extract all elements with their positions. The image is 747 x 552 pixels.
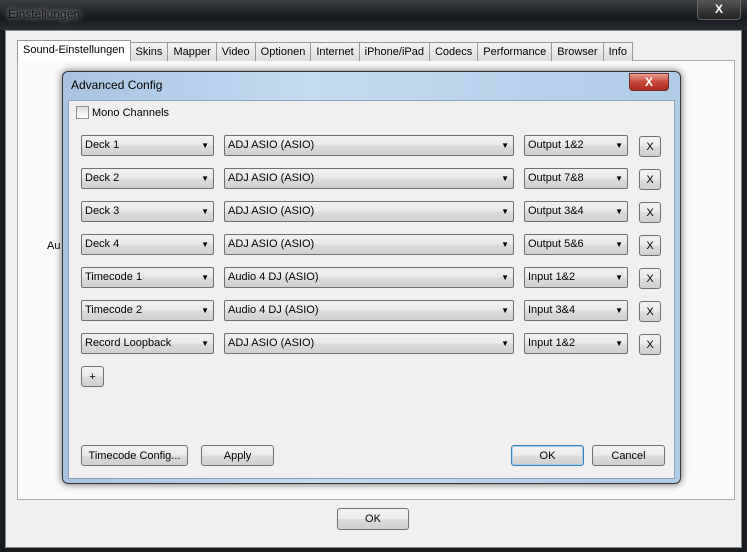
channel-select[interactable]: Deck 3 ▼	[81, 201, 214, 222]
chevron-down-icon: ▼	[615, 306, 623, 315]
channel-select[interactable]: Timecode 1 ▼	[81, 267, 214, 288]
tab-performance[interactable]: Performance	[477, 42, 553, 61]
tab-optionen[interactable]: Optionen	[254, 42, 312, 61]
device-select[interactable]: ADJ ASIO (ASIO) ▼	[224, 333, 514, 354]
cancel-button[interactable]: Cancel	[592, 445, 665, 466]
window-close-button[interactable]: X	[697, 0, 741, 20]
chevron-down-icon: ▼	[615, 174, 623, 183]
remove-row-button[interactable]: X	[639, 169, 661, 190]
tab-mapper[interactable]: Mapper	[167, 42, 217, 61]
channel-select[interactable]: Deck 1 ▼	[81, 135, 214, 156]
tab-iphone-ipad[interactable]: iPhone/iPad	[358, 42, 430, 61]
chevron-down-icon: ▼	[615, 240, 623, 249]
channel-select[interactable]: Deck 2 ▼	[81, 168, 214, 189]
device-select-value: ADJ ASIO (ASIO)	[228, 139, 315, 151]
chevron-down-icon: ▼	[201, 141, 209, 150]
mono-channels-label: Mono Channels	[92, 106, 170, 119]
dialog-close-button[interactable]: X	[629, 73, 669, 91]
output-select[interactable]: Input 3&4 ▼	[524, 300, 628, 321]
apply-button[interactable]: Apply	[201, 445, 274, 466]
output-select-value: Output 5&6	[528, 238, 584, 250]
output-select-value: Input 1&2	[528, 337, 576, 349]
remove-row-button[interactable]: X	[639, 202, 661, 223]
ok-button[interactable]: OK	[337, 508, 409, 530]
output-select[interactable]: Output 7&8 ▼	[524, 168, 628, 189]
device-select[interactable]: Audio 4 DJ (ASIO) ▼	[224, 267, 514, 288]
output-select[interactable]: Input 1&2 ▼	[524, 333, 628, 354]
background-label: Au	[47, 240, 61, 252]
chevron-down-icon: ▼	[615, 141, 623, 150]
output-select[interactable]: Output 5&6 ▼	[524, 234, 628, 255]
chevron-down-icon: ▼	[201, 207, 209, 216]
window-titlebar	[0, 0, 747, 30]
checkbox-icon[interactable]	[76, 106, 89, 119]
channel-select[interactable]: Timecode 2 ▼	[81, 300, 214, 321]
channel-select-value: Deck 4	[85, 238, 120, 250]
chevron-down-icon: ▼	[615, 273, 623, 282]
chevron-down-icon: ▼	[501, 240, 509, 249]
chevron-down-icon: ▼	[201, 273, 209, 282]
dialog-ok-button[interactable]: OK	[511, 445, 584, 466]
channel-select-value: Timecode 2	[85, 304, 143, 316]
channel-select[interactable]: Deck 4 ▼	[81, 234, 214, 255]
output-select-value: Input 1&2	[528, 271, 576, 283]
channel-select-value: Timecode 1	[85, 271, 143, 283]
tab-info[interactable]: Info	[602, 42, 633, 61]
tab-codecs[interactable]: Codecs	[428, 42, 479, 61]
channel-select-value: Deck 2	[85, 172, 120, 184]
output-select-value: Output 1&2	[528, 139, 584, 151]
channel-select-value: Deck 1	[85, 139, 120, 151]
advanced-config-dialog: Advanced Config X Mono Channels Deck 1 ▼ A…	[62, 71, 681, 484]
device-select[interactable]: ADJ ASIO (ASIO) ▼	[224, 201, 514, 222]
output-select[interactable]: Input 1&2 ▼	[524, 267, 628, 288]
tab-bar: Sound-Einstellungen Skins Mapper Video Optio…	[17, 40, 633, 61]
output-select[interactable]: Output 1&2 ▼	[524, 135, 628, 156]
remove-row-button[interactable]: X	[639, 301, 661, 322]
chevron-down-icon: ▼	[501, 306, 509, 315]
tab-skins[interactable]: Skins	[129, 42, 169, 61]
dialog-title: Advanced Config	[71, 78, 163, 92]
chevron-down-icon: ▼	[201, 174, 209, 183]
remove-row-button[interactable]: X	[639, 334, 661, 355]
chevron-down-icon: ▼	[501, 141, 509, 150]
device-select[interactable]: ADJ ASIO (ASIO) ▼	[224, 234, 514, 255]
channel-select[interactable]: Record Loopback ▼	[81, 333, 214, 354]
add-row-button[interactable]: +	[81, 366, 104, 387]
channel-select-value: Deck 3	[85, 205, 120, 217]
output-select-value: Output 7&8	[528, 172, 584, 184]
output-select-value: Output 3&4	[528, 205, 584, 217]
chevron-down-icon: ▼	[501, 273, 509, 282]
chevron-down-icon: ▼	[201, 240, 209, 249]
chevron-down-icon: ▼	[615, 207, 623, 216]
remove-row-button[interactable]: X	[639, 136, 661, 157]
chevron-down-icon: ▼	[615, 339, 623, 348]
device-select[interactable]: ADJ ASIO (ASIO) ▼	[224, 135, 514, 156]
window-title: Einstellungen	[8, 7, 81, 21]
device-select[interactable]: ADJ ASIO (ASIO) ▼	[224, 168, 514, 189]
chevron-down-icon: ▼	[501, 174, 509, 183]
output-select-value: Input 3&4	[528, 304, 576, 316]
device-select-value: ADJ ASIO (ASIO)	[228, 238, 315, 250]
dialog-body: Mono Channels Deck 1 ▼ ADJ ASIO (ASIO) ▼ Out…	[68, 100, 675, 479]
device-select[interactable]: Audio 4 DJ (ASIO) ▼	[224, 300, 514, 321]
chevron-down-icon: ▼	[501, 207, 509, 216]
device-select-value: ADJ ASIO (ASIO)	[228, 205, 315, 217]
tab-browser[interactable]: Browser	[551, 42, 604, 61]
device-select-value: Audio 4 DJ (ASIO)	[228, 271, 319, 283]
tab-video[interactable]: Video	[215, 42, 256, 61]
chevron-down-icon: ▼	[201, 339, 209, 348]
device-select-value: ADJ ASIO (ASIO)	[228, 172, 315, 184]
device-select-value: Audio 4 DJ (ASIO)	[228, 304, 319, 316]
chevron-down-icon: ▼	[201, 306, 209, 315]
tab-internet[interactable]: Internet	[310, 42, 360, 61]
remove-row-button[interactable]: X	[639, 268, 661, 289]
tab-sound-einstellungen[interactable]: Sound-Einstellungen	[17, 40, 131, 61]
mono-channels-checkbox[interactable]: Mono Channels	[76, 106, 169, 119]
channel-select-value: Record Loopback	[85, 337, 172, 349]
timecode-config-button[interactable]: Timecode Config...	[81, 445, 188, 466]
device-select-value: ADJ ASIO (ASIO)	[228, 337, 315, 349]
output-select[interactable]: Output 3&4 ▼	[524, 201, 628, 222]
remove-row-button[interactable]: X	[639, 235, 661, 256]
chevron-down-icon: ▼	[501, 339, 509, 348]
